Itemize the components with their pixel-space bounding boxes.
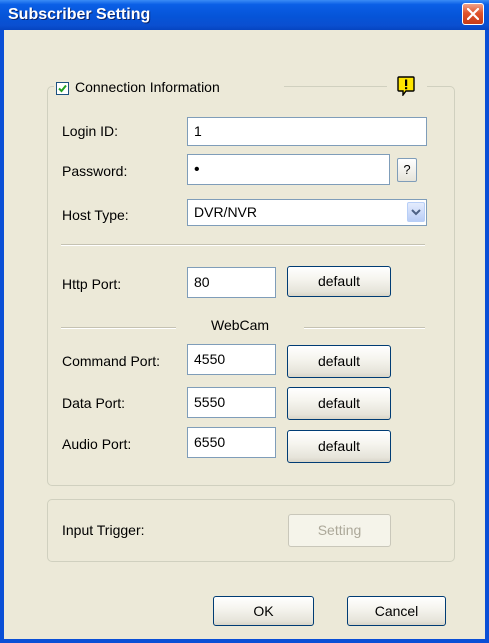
data-port-field[interactable]: 5550 xyxy=(187,387,276,418)
data-port-default-button[interactable]: default xyxy=(287,387,391,420)
password-label: Password: xyxy=(62,163,128,179)
http-port-label: Http Port: xyxy=(62,276,122,292)
connection-checkbox-label[interactable]: Connection Information xyxy=(75,79,220,95)
audio-port-label: Audio Port: xyxy=(62,436,132,452)
host-type-value: DVR/NVR xyxy=(194,204,258,220)
cancel-button[interactable]: Cancel xyxy=(347,596,446,626)
window-title: Subscriber Setting xyxy=(8,6,151,23)
close-button[interactable] xyxy=(462,3,484,25)
password-help-button[interactable]: ? xyxy=(397,158,417,182)
host-type-dropdown-button[interactable] xyxy=(407,202,425,222)
dialog-body: Connection Information Login ID: 1 Passw… xyxy=(4,30,485,639)
audio-port-field[interactable]: 6550 xyxy=(187,427,276,458)
input-trigger-setting-button[interactable]: Setting xyxy=(288,514,391,547)
webcam-separator-right xyxy=(304,327,425,329)
login-id-label: Login ID: xyxy=(62,123,119,139)
audio-port-default-button[interactable]: default xyxy=(287,430,391,463)
connection-checkbox[interactable] xyxy=(56,82,69,95)
subscriber-setting-window: Subscriber Setting Connection Informatio… xyxy=(0,0,489,643)
command-port-default-button[interactable]: default xyxy=(287,345,391,378)
data-port-label: Data Port: xyxy=(62,395,126,411)
ok-button[interactable]: OK xyxy=(213,596,314,626)
host-type-label: Host Type: xyxy=(62,207,129,223)
warning-icon xyxy=(397,76,415,96)
command-port-label: Command Port: xyxy=(62,353,161,369)
webcam-separator-left xyxy=(61,327,176,329)
password-field[interactable]: • xyxy=(187,154,390,185)
checkmark-icon xyxy=(58,84,67,93)
separator-host xyxy=(61,244,425,246)
http-port-field[interactable]: 80 xyxy=(187,267,276,298)
command-port-field[interactable]: 4550 xyxy=(187,344,276,375)
close-icon xyxy=(467,8,479,20)
input-trigger-label: Input Trigger: xyxy=(62,522,145,538)
chevron-down-icon xyxy=(411,209,421,216)
webcam-label: WebCam xyxy=(211,317,270,333)
title-bar[interactable]: Subscriber Setting xyxy=(0,0,489,30)
http-port-default-button[interactable]: default xyxy=(287,266,391,297)
login-id-field[interactable]: 1 xyxy=(187,117,427,146)
host-type-select[interactable]: DVR/NVR xyxy=(187,199,427,226)
